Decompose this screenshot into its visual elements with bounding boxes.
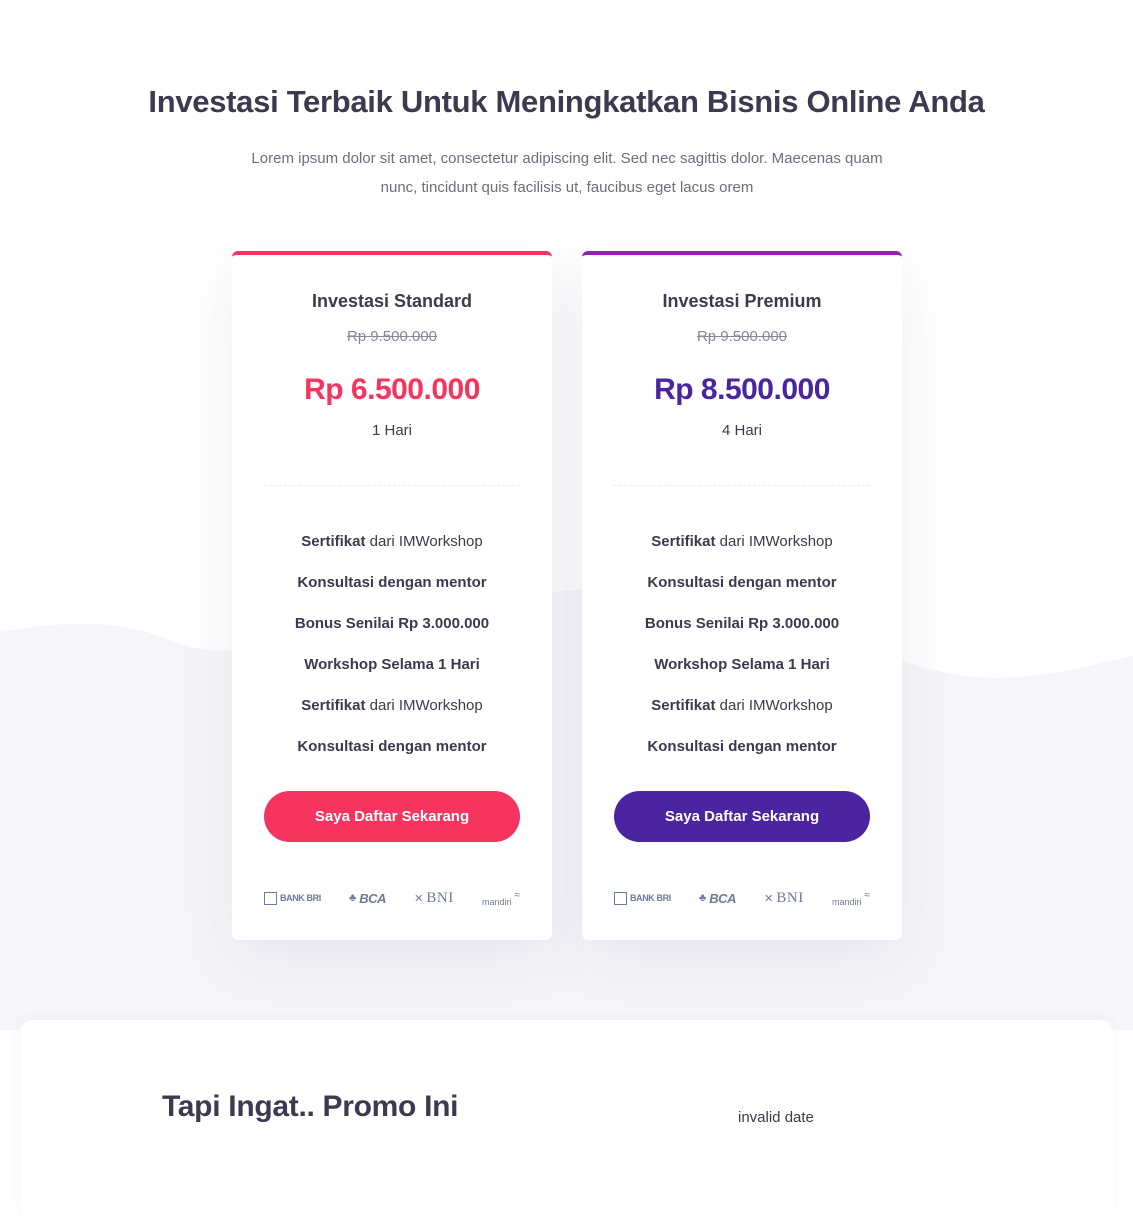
feature-item: Konsultasi dengan mentor: [582, 726, 902, 767]
pricing-card-premium: Investasi Premium Rp 9.500.000 Rp 8.500.…: [582, 251, 902, 940]
bank-mandiri-logo: mandiri ≈: [831, 889, 870, 908]
feature-item: Konsultasi dengan mentor: [582, 562, 902, 603]
feature-item: Bonus Senilai Rp 3.000.000: [232, 603, 552, 644]
bank-logos: BANK BRI ♣ BCA ✕ BNI mandiri ≈: [614, 887, 870, 909]
promo-title: Tapi Ingat.. Promo Ini: [162, 1090, 459, 1123]
plan-name: Investasi Standard: [311, 291, 473, 311]
bank-bni-logo: ✕ BNI: [764, 890, 804, 907]
plan-price: Rp 8.500.000: [654, 373, 830, 406]
feature-list: Sertifikat dari IMWorkshop Konsultasi de…: [582, 521, 902, 767]
section-title: Investasi Terbaik Untuk Meningkatkan Bis…: [148, 84, 985, 119]
bri-icon: [614, 891, 627, 905]
plan-duration: 4 Hari: [721, 422, 762, 439]
feature-bold: Konsultasi dengan mentor: [297, 738, 487, 755]
feature-rest: dari IMWorkshop: [365, 533, 483, 550]
bank-mandiri-text: mandiri: [481, 897, 512, 907]
bank-bca-logo: ♣ BCA: [699, 891, 736, 906]
plan-duration: 1 Hari: [371, 422, 412, 439]
feature-item: Sertifikat dari IMWorkshop: [582, 685, 902, 726]
bank-bri-logo: BANK BRI: [264, 891, 321, 905]
feature-item: Sertifikat dari IMWorkshop: [232, 685, 552, 726]
feature-item: Konsultasi dengan mentor: [232, 562, 552, 603]
card-divider: [264, 485, 520, 486]
bank-bca-logo: ♣ BCA: [349, 891, 386, 906]
bank-bri-text: BANK BRI: [280, 893, 321, 903]
subtitle-line-2: nunc, tincidunt quis facilisis ut, fauci…: [380, 179, 754, 196]
bank-bri-text: BANK BRI: [630, 893, 671, 903]
bank-logos: BANK BRI ♣ BCA ✕ BNI mandiri ≈: [264, 887, 520, 909]
background-wave: [0, 587, 1133, 1030]
feature-bold: Sertifikat: [651, 533, 716, 550]
feature-bold: Sertifikat: [651, 697, 716, 714]
plan-name: Investasi Premium: [662, 291, 822, 311]
old-price: Rp 9.500.000: [346, 328, 438, 345]
feature-bold: Konsultasi dengan mentor: [297, 574, 487, 591]
subtitle-line-1: Lorem ipsum dolor sit amet, consectetur …: [251, 150, 883, 167]
feature-bold: Bonus Senilai Rp 3.000.000: [644, 615, 840, 632]
bca-icon: ♣: [349, 892, 357, 904]
bank-bca-text: BCA: [709, 890, 736, 906]
pricing-card-standard: Investasi Standard Rp 9.500.000 Rp 6.500…: [232, 251, 552, 940]
bni-icon: ✕: [414, 892, 424, 905]
feature-bold: Konsultasi dengan mentor: [647, 574, 837, 591]
feature-rest: dari IMWorkshop: [715, 533, 833, 550]
feature-rest: dari IMWorkshop: [715, 697, 833, 714]
feature-item: Bonus Senilai Rp 3.000.000: [582, 603, 902, 644]
bca-icon: ♣: [699, 892, 707, 904]
bank-bni-text: BNI: [426, 889, 454, 906]
mandiri-wave-icon: ≈: [514, 889, 520, 901]
countdown-date: invalid date: [738, 1109, 814, 1126]
feature-list: Sertifikat dari IMWorkshop Konsultasi de…: [232, 521, 552, 767]
feature-bold: Konsultasi dengan mentor: [647, 738, 837, 755]
section-subtitle: Lorem ipsum dolor sit amet, consectetur …: [222, 144, 912, 202]
feature-bold: Workshop Selama 1 Hari: [654, 656, 830, 673]
register-button-standard[interactable]: Saya Daftar Sekarang: [264, 791, 520, 842]
bank-mandiri-text: mandiri: [831, 897, 862, 907]
promo-panel: Tapi Ingat.. Promo Ini invalid date: [20, 1020, 1113, 1220]
plan-price: Rp 6.500.000: [304, 373, 480, 406]
old-price: Rp 9.500.000: [696, 328, 788, 345]
feature-bold: Sertifikat: [301, 697, 366, 714]
bank-mandiri-logo: mandiri ≈: [481, 889, 520, 908]
feature-item: Workshop Selama 1 Hari: [582, 644, 902, 685]
feature-bold: Sertifikat: [301, 533, 366, 550]
bank-bri-logo: BANK BRI: [614, 891, 671, 905]
feature-item: Konsultasi dengan mentor: [232, 726, 552, 767]
bank-bca-text: BCA: [359, 890, 386, 906]
card-divider: [614, 485, 870, 486]
bank-bni-text: BNI: [776, 889, 804, 906]
mandiri-wave-icon: ≈: [864, 889, 870, 901]
bank-bni-logo: ✕ BNI: [414, 890, 454, 907]
bri-icon: [264, 891, 277, 905]
feature-rest: dari IMWorkshop: [365, 697, 483, 714]
feature-item: Workshop Selama 1 Hari: [232, 644, 552, 685]
feature-bold: Bonus Senilai Rp 3.000.000: [294, 615, 490, 632]
feature-item: Sertifikat dari IMWorkshop: [232, 521, 552, 562]
register-button-premium[interactable]: Saya Daftar Sekarang: [614, 791, 870, 842]
feature-item: Sertifikat dari IMWorkshop: [582, 521, 902, 562]
feature-bold: Workshop Selama 1 Hari: [304, 656, 480, 673]
bni-icon: ✕: [764, 892, 774, 905]
